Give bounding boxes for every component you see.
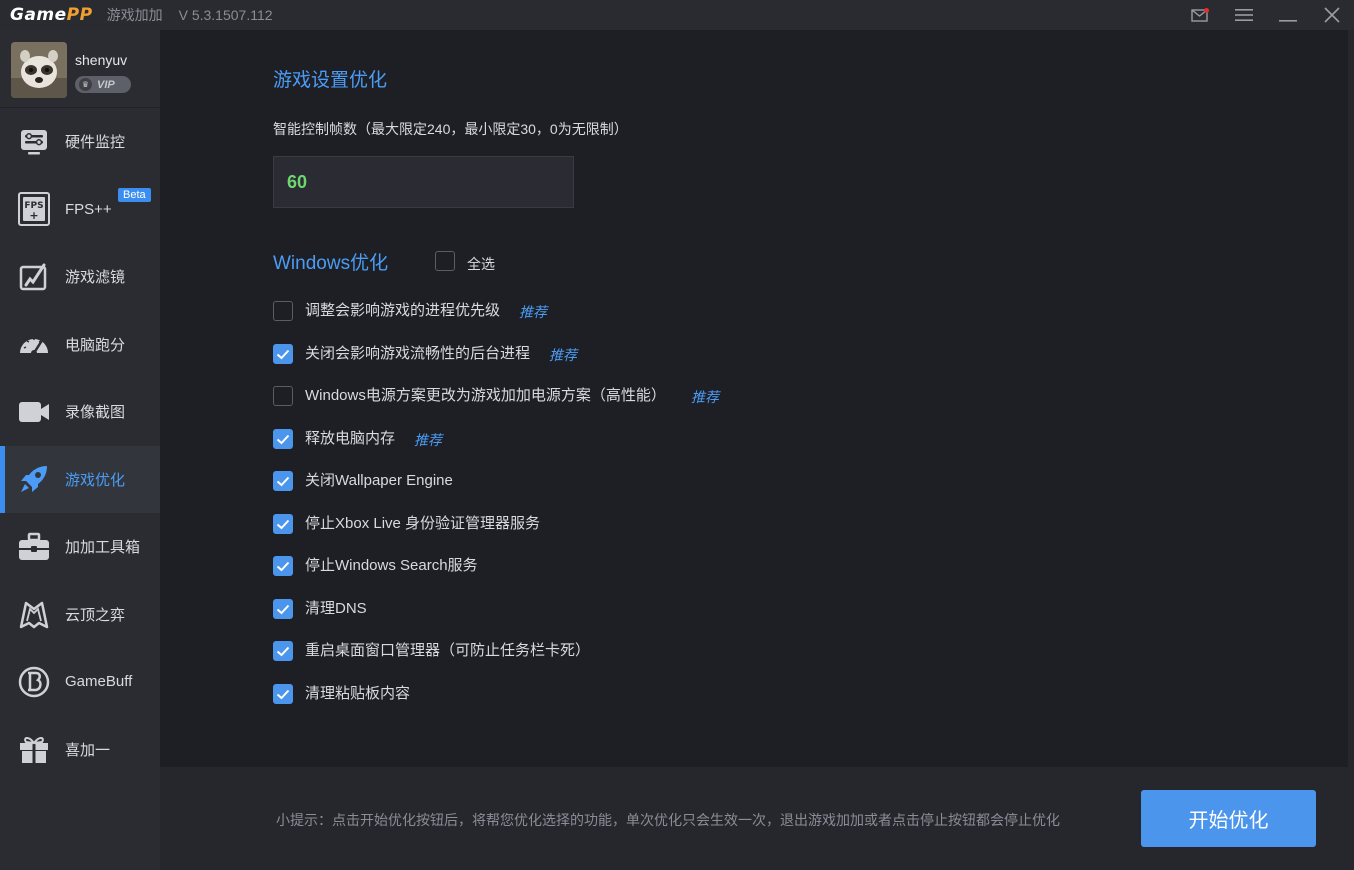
option-label: 清理粘贴板内容	[305, 685, 411, 702]
sidebar: shenyuv ♛ VIP 硬件监控 FPS + FPS++ Beta 游戏滤镜…	[0, 30, 160, 870]
rocket-icon	[16, 461, 52, 497]
sidebar-item-toolbox[interactable]: 加加工具箱	[0, 513, 160, 581]
mail-icon[interactable]	[1178, 0, 1222, 30]
option-checkbox[interactable]	[273, 471, 293, 491]
option-checkbox[interactable]	[273, 641, 293, 661]
option-checkbox[interactable]	[273, 556, 293, 576]
app-version: V 5.3.1507.112	[178, 7, 273, 23]
close-icon[interactable]	[1310, 0, 1354, 30]
sidebar-item-tft[interactable]: 云顶之弈	[0, 581, 160, 649]
option-label: 调整会影响游戏的进程优先级	[305, 302, 501, 319]
windows-optimize-title: Windows优化	[273, 253, 389, 274]
recommend-tag: 推荐	[691, 389, 719, 405]
window-controls	[1178, 0, 1354, 30]
sidebar-item-hardware-monitor[interactable]: 硬件监控	[0, 108, 160, 176]
option-checkbox[interactable]	[273, 301, 293, 321]
video-camera-icon	[16, 394, 52, 430]
toolbox-icon	[16, 529, 52, 565]
option-label: 停止Xbox Live 身份验证管理器服务	[305, 515, 541, 532]
scrollbar[interactable]	[1348, 30, 1354, 870]
option-checkbox[interactable]	[273, 514, 293, 534]
gift-icon	[16, 731, 52, 767]
fps-description: 智能控制帧数（最大限定240，最小限定30，0为无限制）	[273, 121, 628, 137]
fps-limit-input[interactable]	[273, 156, 574, 208]
username: shenyuv	[75, 52, 128, 68]
recommend-tag: 推荐	[549, 347, 577, 363]
sidebar-item-label: 录像截图	[65, 404, 126, 422]
vip-badge: ♛ VIP	[75, 76, 131, 93]
sidebar-item-label: 喜加一	[65, 741, 111, 759]
option-label: 清理DNS	[305, 600, 367, 617]
sidebar-item-recording[interactable]: 录像截图	[0, 378, 160, 446]
menu-icon[interactable]	[1222, 0, 1266, 30]
crown-icon: ♛	[79, 78, 92, 91]
user-profile[interactable]: shenyuv ♛ VIP	[0, 30, 160, 108]
title-bar: GamePP 游戏加加 V 5.3.1507.112	[0, 0, 1354, 30]
sidebar-item-label: 硬件监控	[65, 134, 126, 152]
gamebuff-icon	[16, 664, 52, 700]
option-label: 关闭会影响游戏流畅性的后台进程	[305, 345, 531, 362]
select-all-label: 全选	[467, 256, 495, 272]
app-name: 游戏加加	[106, 7, 163, 23]
option-checkbox[interactable]	[273, 684, 293, 704]
main-content: 游戏设置优化 智能控制帧数（最大限定240，最小限定30，0为无限制） Wind…	[160, 30, 1348, 767]
beta-badge: Beta	[118, 187, 151, 202]
sidebar-item-fps[interactable]: FPS + FPS++ Beta	[0, 176, 160, 244]
sidebar-item-label: 电脑跑分	[65, 336, 126, 354]
footer: 小提示：点击开始优化按钮后，将帮您优化选择的功能，单次优化只会生效一次，退出游戏…	[160, 767, 1348, 870]
recommend-tag: 推荐	[519, 304, 547, 320]
tft-icon	[16, 596, 52, 632]
game-settings-title: 游戏设置优化	[273, 70, 388, 91]
vip-label: VIP	[97, 78, 115, 91]
sidebar-item-game-optimize[interactable]: 游戏优化	[0, 445, 160, 513]
logo-main: Game	[10, 5, 67, 25]
logo-accent: PP	[66, 5, 93, 25]
option-checkbox[interactable]	[273, 599, 293, 619]
tip-text: 小提示：点击开始优化按钮后，将帮您优化选择的功能，单次优化只会生效一次，退出游戏…	[276, 812, 1060, 828]
sidebar-item-label: 云顶之弈	[65, 606, 126, 624]
fps-icon: FPS +	[16, 191, 52, 227]
hardware-monitor-icon	[16, 124, 52, 160]
sidebar-item-label: 加加工具箱	[65, 539, 141, 557]
option-checkbox[interactable]	[273, 429, 293, 449]
option-label: Windows电源方案更改为游戏加加电源方案（高性能）	[305, 387, 666, 404]
start-optimize-button[interactable]: 开始优化	[1141, 790, 1316, 847]
option-checkbox[interactable]	[273, 386, 293, 406]
minimize-icon[interactable]	[1266, 0, 1310, 30]
avatar[interactable]	[11, 42, 67, 98]
game-filter-icon	[16, 259, 52, 295]
svg-text:+: +	[29, 209, 38, 222]
sidebar-item-gamebuff[interactable]: GameBuff	[0, 648, 160, 716]
sidebar-nav: 硬件监控 FPS + FPS++ Beta 游戏滤镜 电脑跑分 录像截图 游戏优…	[0, 108, 160, 783]
sidebar-item-benchmark[interactable]: 电脑跑分	[0, 311, 160, 379]
sidebar-item-label: 游戏优化	[65, 471, 126, 489]
sidebar-item-free-games[interactable]: 喜加一	[0, 716, 160, 784]
option-label: 关闭Wallpaper Engine	[305, 472, 453, 489]
option-label: 重启桌面窗口管理器（可防止任务栏卡死）	[305, 642, 591, 659]
sidebar-item-game-filter[interactable]: 游戏滤镜	[0, 243, 160, 311]
sidebar-item-label: 游戏滤镜	[65, 269, 126, 287]
speedometer-icon	[16, 326, 52, 362]
option-label: 释放电脑内存	[305, 430, 396, 447]
sidebar-item-label: FPS++	[65, 200, 112, 218]
option-label: 停止Windows Search服务	[305, 557, 478, 574]
select-all-checkbox[interactable]	[435, 251, 455, 271]
app-logo: GamePP	[10, 5, 93, 25]
app-window: GamePP 游戏加加 V 5.3.1507.112 shenyuv ♛ VIP…	[0, 0, 1354, 870]
sidebar-item-label: GameBuff	[65, 673, 133, 691]
option-checkbox[interactable]	[273, 344, 293, 364]
recommend-tag: 推荐	[414, 432, 442, 448]
